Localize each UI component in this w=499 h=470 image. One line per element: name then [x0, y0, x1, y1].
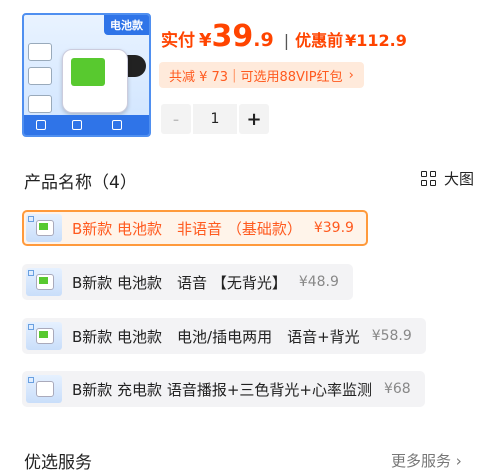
saving-text: 共减 ¥ 73 [169, 69, 229, 85]
original-price: ¥112.9 [345, 31, 407, 50]
increase-button[interactable]: + [239, 104, 269, 134]
device-graphic [62, 49, 128, 113]
option-price: ¥58.9 [371, 328, 412, 344]
option-price: ¥39.9 [313, 220, 354, 236]
option-price: ¥68 [383, 381, 411, 397]
quantity-stepper: - 1 + [161, 104, 269, 134]
vip-offer-text: 可选用88VIP红包 [240, 69, 343, 85]
option-item[interactable]: B新款 电池款 非语音 （基础款） ¥39.9 [22, 210, 368, 246]
large-view-label: 大图 [444, 170, 475, 188]
option-item[interactable]: B新款 电池款 电池/插电两用 语音+背光 ¥58.9 [22, 318, 426, 354]
option-thumbnail [26, 322, 62, 350]
options-section-title: 产品名称（4） [24, 173, 137, 193]
decrease-button[interactable]: - [161, 104, 191, 134]
quantity-value[interactable]: 1 [193, 104, 237, 134]
image-detail-1 [28, 43, 52, 61]
image-detail-3 [28, 95, 52, 113]
promo-divider: | [232, 67, 237, 83]
option-name: B新款 充电款 语音播报+三色背光+心率监测 [72, 380, 372, 399]
image-feature-strip [24, 115, 149, 135]
image-detail-2 [28, 67, 52, 85]
option-item[interactable]: B新款 电池款 语音 【无背光】 ¥48.9 [22, 264, 353, 300]
option-thumbnail [26, 375, 62, 403]
currency-symbol: ¥ [199, 30, 212, 51]
option-item[interactable]: B新款 充电款 语音播报+三色背光+心率监测 ¥68 [22, 371, 425, 407]
more-services-link[interactable]: 更多服务 › [391, 450, 462, 470]
price-label: 实付 [161, 31, 195, 51]
price-separator: | [283, 31, 290, 50]
original-price-label: 优惠前 [295, 31, 344, 50]
option-thumbnail [26, 214, 62, 242]
grid-icon [421, 170, 437, 187]
price-integer: 39 [211, 19, 254, 54]
option-name: B新款 电池款 非语音 （基础款） [72, 219, 302, 238]
price-decimal: .9 [253, 29, 274, 51]
product-image[interactable]: 电池款 [22, 13, 151, 137]
option-name: B新款 电池款 语音 【无背光】 [72, 273, 287, 292]
services-title: 优选服务 [24, 453, 92, 470]
promo-banner[interactable]: 共减 ¥ 73 | 可选用88VIP红包 › [159, 62, 364, 88]
image-badge: 电池款 [104, 15, 149, 35]
option-name: B新款 电池款 电池/插电两用 语音+背光 [72, 327, 360, 346]
option-thumbnail [26, 268, 62, 296]
chevron-right-icon: › [348, 67, 354, 83]
option-price: ¥48.9 [298, 274, 339, 290]
large-view-toggle[interactable]: 大图 [421, 168, 474, 189]
price-row: 实付 ¥ 39 .9 | 优惠前 ¥112.9 [161, 22, 407, 54]
